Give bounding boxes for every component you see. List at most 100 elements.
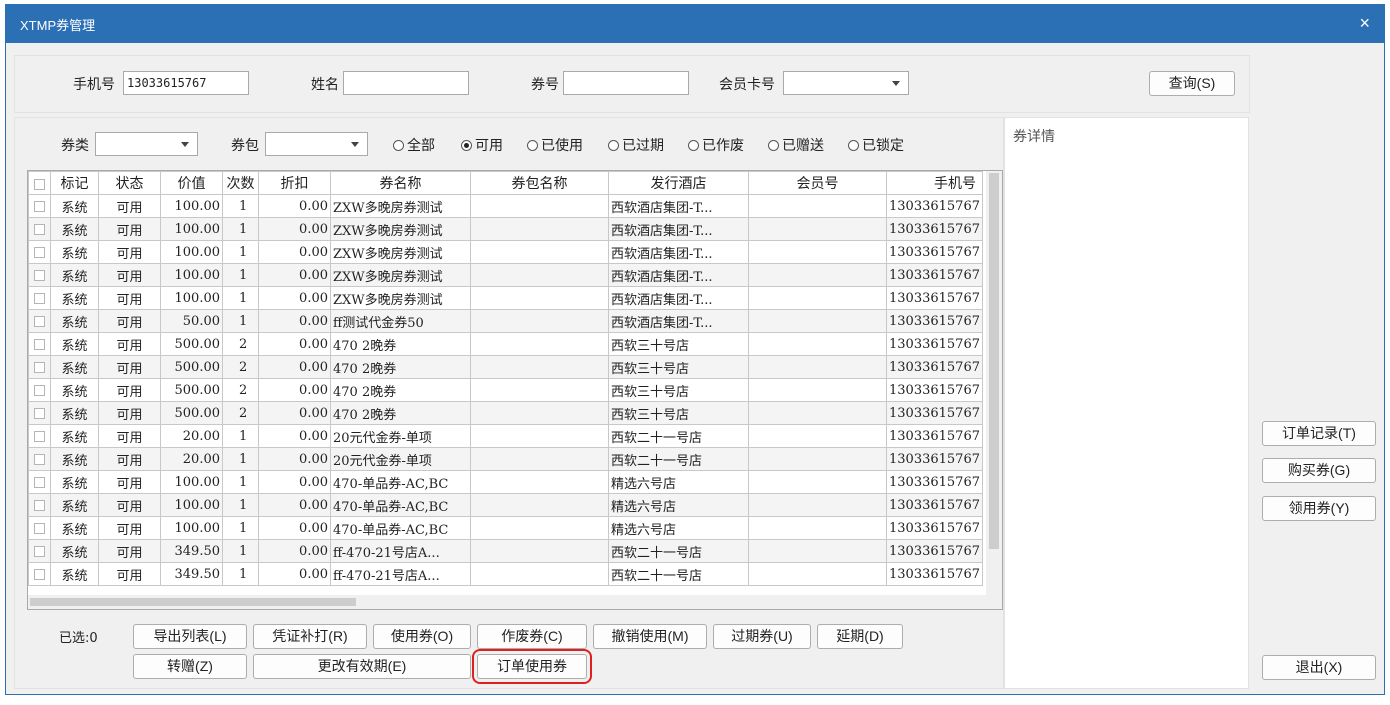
table-cell: 13033615767 <box>886 562 983 586</box>
table-row[interactable]: 系统 可用 100.00 1 0.00 ZXW多晚房券测试 西软酒店集团-T... 13033… <box>28 286 983 310</box>
vertical-scrollbar[interactable] <box>986 171 1002 595</box>
reprint-voucher-button[interactable]: 凭证补打(R) <box>253 624 367 649</box>
radio-all[interactable]: 全部 <box>393 135 435 155</box>
query-button[interactable]: 查询(S) <box>1149 71 1235 96</box>
table-row[interactable]: 系统 可用 20.00 1 0.00 20元代金券-单项 西软二十一号店 1303361576… <box>28 447 983 471</box>
transfer-button[interactable]: 转赠(Z) <box>133 654 247 679</box>
coupon-type-select[interactable] <box>95 132 198 156</box>
table-cell: 470 2晚券 <box>330 332 471 356</box>
column-header[interactable]: 手机号 <box>886 171 983 195</box>
order-use-coupon-button[interactable]: 订单使用券 <box>472 649 592 684</box>
table-cell: 0.00 <box>258 401 331 425</box>
claim-coupon-button[interactable]: 领用券(Y) <box>1262 496 1376 521</box>
coupon-management-window: XTMP券管理 × 手机号 13033615767 姓名 券号 会员卡号 查询(… <box>5 4 1385 695</box>
table-row[interactable]: 系统 可用 500.00 2 0.00 470 2晚券 西软三十号店 13033615767 <box>28 401 983 425</box>
coupon-detail-panel: 券详情 <box>1004 117 1249 689</box>
table-row[interactable]: 系统 可用 100.00 1 0.00 470-单品券-AC,BC 精选六号店 1303361… <box>28 470 983 494</box>
table-row[interactable]: 系统 可用 50.00 1 0.00 ff测试代金券50 西软酒店集团-T... 130336… <box>28 309 983 333</box>
table-cell: 100.00 <box>160 470 223 494</box>
void-coupon-button[interactable]: 作废券(C) <box>477 624 587 649</box>
table-cell: 13033615767 <box>886 493 983 517</box>
column-header[interactable]: 状态 <box>98 171 161 195</box>
table-cell: 可用 <box>98 332 161 356</box>
extend-button[interactable]: 延期(D) <box>817 624 903 649</box>
table-row[interactable]: 系统 可用 100.00 1 0.00 ZXW多晚房券测试 西软酒店集团-T... 13033… <box>28 217 983 241</box>
chevron-down-icon <box>351 142 359 147</box>
radio-locked[interactable]: 已锁定 <box>848 135 904 155</box>
column-header[interactable]: 发行酒店 <box>608 171 749 195</box>
radio-voided[interactable]: 已作废 <box>688 135 744 155</box>
coupon-table: 标记 状态 价值 次数 折扣 券名称 券包名称 发行酒店 会员号 手机号 系统可… <box>27 170 1003 610</box>
table-row[interactable]: 系统 可用 100.00 1 0.00 ZXW多晚房券测试 西软酒店集团-T... 13033… <box>28 263 983 287</box>
table-row[interactable]: 系统 可用 100.00 1 0.00 ZXW多晚房券测试 西软酒店集团-T... 13033… <box>28 194 983 218</box>
table-cell: 1 <box>222 562 259 586</box>
row-checkbox[interactable] <box>28 240 51 264</box>
table-row[interactable]: 系统 可用 349.50 1 0.00 ff-470-21号店A... 西软二十一号店 130… <box>28 562 983 586</box>
table-cell: 可用 <box>98 562 161 586</box>
row-checkbox[interactable] <box>28 401 51 425</box>
expire-coupon-button[interactable]: 过期券(U) <box>713 624 811 649</box>
row-checkbox[interactable] <box>28 378 51 402</box>
column-header[interactable]: 券名称 <box>330 171 471 195</box>
radio-available[interactable]: 可用 <box>461 135 503 155</box>
select-all-checkbox[interactable] <box>28 171 51 195</box>
row-checkbox[interactable] <box>28 355 51 379</box>
exit-button[interactable]: 退出(X) <box>1262 655 1376 680</box>
table-cell: 0.00 <box>258 263 331 287</box>
change-validity-button[interactable]: 更改有效期(E) <box>253 654 471 679</box>
radio-gifted[interactable]: 已赠送 <box>768 135 824 155</box>
table-row[interactable]: 系统 可用 500.00 2 0.00 470 2晚券 西软三十号店 13033615767 <box>28 332 983 356</box>
row-checkbox[interactable] <box>28 539 51 563</box>
table-row[interactable]: 系统 可用 100.00 1 0.00 470-单品券-AC,BC 精选六号店 1303361… <box>28 516 983 540</box>
row-checkbox[interactable] <box>28 470 51 494</box>
coupon-pack-select[interactable] <box>265 132 368 156</box>
member-card-select[interactable] <box>783 71 909 95</box>
table-cell <box>470 309 609 333</box>
table-row[interactable]: 系统 可用 349.50 1 0.00 ff-470-21号店A... 西软二十一号店 130… <box>28 539 983 563</box>
table-row[interactable]: 系统 可用 20.00 1 0.00 20元代金券-单项 西软二十一号店 1303361576… <box>28 424 983 448</box>
row-checkbox[interactable] <box>28 332 51 356</box>
row-checkbox[interactable] <box>28 309 51 333</box>
column-header[interactable]: 折扣 <box>258 171 331 195</box>
column-header[interactable]: 价值 <box>160 171 223 195</box>
column-header[interactable]: 标记 <box>50 171 99 195</box>
row-checkbox[interactable] <box>28 493 51 517</box>
table-cell: 20元代金券-单项 <box>330 447 471 471</box>
radio-expired[interactable]: 已过期 <box>608 135 664 155</box>
table-row[interactable]: 系统 可用 500.00 2 0.00 470 2晚券 西软三十号店 13033615767 <box>28 378 983 402</box>
scrollbar-thumb[interactable] <box>989 173 999 549</box>
buy-coupon-button[interactable]: 购买券(G) <box>1262 458 1376 483</box>
row-checkbox[interactable] <box>28 194 51 218</box>
column-header[interactable]: 券包名称 <box>470 171 609 195</box>
scrollbar-thumb[interactable] <box>30 598 356 606</box>
column-header[interactable]: 次数 <box>222 171 259 195</box>
row-checkbox[interactable] <box>28 424 51 448</box>
table-cell: 500.00 <box>160 401 223 425</box>
phone-input[interactable]: 13033615767 <box>123 71 249 95</box>
name-input[interactable] <box>343 71 469 95</box>
use-coupon-button[interactable]: 使用券(O) <box>373 624 471 649</box>
close-icon[interactable]: × <box>1359 14 1370 32</box>
export-list-button[interactable]: 导出列表(L) <box>133 624 247 649</box>
table-cell: 系统 <box>50 562 99 586</box>
row-checkbox[interactable] <box>28 263 51 287</box>
table-cell: 0.00 <box>258 332 331 356</box>
row-checkbox[interactable] <box>28 516 51 540</box>
row-checkbox[interactable] <box>28 286 51 310</box>
row-checkbox[interactable] <box>28 447 51 471</box>
radio-used[interactable]: 已使用 <box>527 135 583 155</box>
table-row[interactable]: 系统 可用 100.00 1 0.00 ZXW多晚房券测试 西软酒店集团-T... 13033… <box>28 240 983 264</box>
order-record-button[interactable]: 订单记录(T) <box>1262 421 1376 446</box>
table-cell: ff-470-21号店A... <box>330 539 471 563</box>
row-checkbox[interactable] <box>28 562 51 586</box>
undo-use-button[interactable]: 撤销使用(M) <box>593 624 707 649</box>
column-header[interactable]: 会员号 <box>748 171 887 195</box>
horizontal-scrollbar[interactable] <box>28 595 1002 609</box>
row-checkbox[interactable] <box>28 217 51 241</box>
table-row[interactable]: 系统 可用 500.00 2 0.00 470 2晚券 西软三十号店 13033615767 <box>28 355 983 379</box>
table-cell: 1 <box>222 493 259 517</box>
table-row[interactable]: 系统 可用 100.00 1 0.00 470-单品券-AC,BC 精选六号店 1303361… <box>28 493 983 517</box>
coupon-number-input[interactable] <box>563 71 689 95</box>
radio-dot <box>461 140 472 151</box>
table-cell: 西软二十一号店 <box>608 539 749 563</box>
